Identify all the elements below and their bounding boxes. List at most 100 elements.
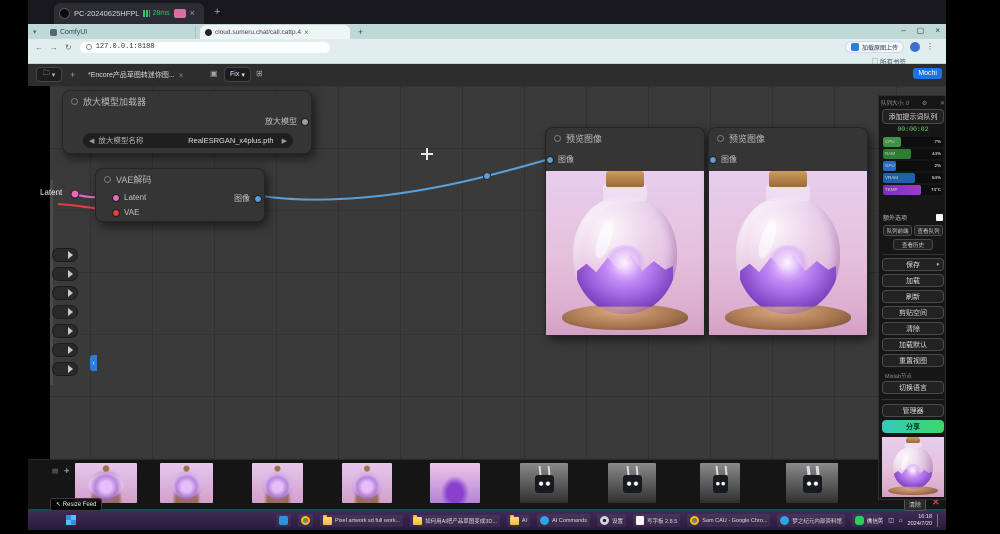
output-dot[interactable] xyxy=(254,195,262,203)
feed-thumbnail[interactable] xyxy=(786,463,838,503)
taskbar-folder[interactable]: Pixel artwork sd full work... xyxy=(320,515,403,527)
feed-thumbnail[interactable] xyxy=(75,463,137,503)
tray-expand-icon[interactable]: ∧ xyxy=(868,517,872,524)
output-dot[interactable] xyxy=(301,118,309,126)
node-vae-decode[interactable]: VAE解码 Latent VAE 图像 xyxy=(95,168,265,222)
tab-comfyui[interactable]: ComfyUI xyxy=(46,26,196,39)
feed-thumbnail[interactable] xyxy=(252,463,303,503)
offscreen-widget[interactable] xyxy=(52,324,78,338)
close-icon[interactable]: ✕ xyxy=(937,100,945,107)
taskbar-notepad[interactable]: 写字板 2.8.5 xyxy=(633,514,680,527)
model-name-widget[interactable]: ◀ 放大模型名称 RealESRGAN_x4plus.pth ▶ xyxy=(83,133,293,148)
browser-menu-icon[interactable]: ⋮ xyxy=(926,42,934,51)
taskbar-chrome-window[interactable]: Sam CAU - Google Chro... xyxy=(687,514,770,527)
new-workflow-button[interactable]: + xyxy=(70,70,75,80)
input-dot[interactable] xyxy=(112,194,120,202)
extra-options-checkbox[interactable] xyxy=(936,214,943,221)
view-queue-button[interactable]: 查看队列 xyxy=(914,225,943,236)
feed-thumbnail[interactable] xyxy=(520,463,568,503)
node-preview-image-right[interactable]: 预览图像 图像 xyxy=(708,127,868,336)
clear-button[interactable]: 清除 xyxy=(882,322,944,335)
tab-active[interactable]: cloud.sumeru.chat/call.cattp.4 × xyxy=(200,25,350,39)
reset-view-button[interactable]: 重置视图 xyxy=(882,354,944,367)
offscreen-widget[interactable] xyxy=(52,362,78,376)
taskbar-clock[interactable]: 16:18 2024/7/20 xyxy=(908,514,932,526)
workflow-folder-button[interactable]: 🗀▾ xyxy=(36,67,62,82)
offscreen-widget[interactable] xyxy=(52,248,78,262)
address-input[interactable]: 127.0.0.1:8188 xyxy=(80,42,330,53)
taskbar-folder[interactable]: AI xyxy=(507,515,530,527)
node-upscale-model-loader[interactable]: 放大模型加载器 放大模型 ◀ 放大模型名称 RealESRGAN_x4plus.… xyxy=(62,90,312,154)
input-image[interactable]: 图像 xyxy=(709,154,737,165)
show-desktop-button[interactable] xyxy=(937,514,940,527)
share-button[interactable]: 分享 xyxy=(882,420,944,433)
manager-button[interactable]: 管理器 xyxy=(882,404,944,417)
input-language-indicator[interactable]: 英 xyxy=(877,516,883,525)
collapse-dot-icon[interactable] xyxy=(71,98,78,105)
collapse-dot-icon[interactable] xyxy=(717,135,724,142)
arrow-left-icon[interactable]: ◀ xyxy=(89,137,94,145)
grid-icon[interactable]: ⊞ xyxy=(256,69,263,78)
save-button[interactable]: 保存▾ xyxy=(882,258,944,271)
taskbar-docs[interactable]: 梦之纪元内部资料馆 xyxy=(777,514,845,527)
resize-feed-button[interactable]: ↖ Resize Feed xyxy=(50,498,102,511)
network-icon[interactable]: ⌂ xyxy=(899,518,903,524)
offscreen-widget[interactable] xyxy=(52,267,78,281)
output-upscale-model[interactable]: 放大模型 xyxy=(265,116,309,127)
mixlab-toggle[interactable]: Mixlab节点 xyxy=(885,372,912,380)
new-session-button[interactable]: + xyxy=(214,6,220,18)
offscreen-widget[interactable] xyxy=(52,343,78,357)
feed-grid-icon[interactable]: ▤ xyxy=(52,467,58,475)
workflow-tab[interactable]: *Encore产品草图转迷你图... × xyxy=(84,67,187,83)
close-tab-icon[interactable]: × xyxy=(304,28,309,37)
feed-thumbnail[interactable] xyxy=(430,463,480,503)
profile-avatar[interactable] xyxy=(910,42,920,52)
input-latent[interactable]: Latent xyxy=(112,193,146,202)
queue-front-button[interactable]: 队列前端 xyxy=(883,225,912,236)
feed-thumbnail[interactable] xyxy=(342,463,392,503)
panel-collapse-tab[interactable]: ‹ xyxy=(90,355,97,371)
minimize-button[interactable]: – xyxy=(901,26,905,35)
maximize-button[interactable]: ▢ xyxy=(917,26,925,35)
input-vae[interactable]: VAE xyxy=(112,208,139,217)
offscreen-widget[interactable] xyxy=(52,305,78,319)
input-dot[interactable] xyxy=(112,209,120,217)
collapse-dot-icon[interactable] xyxy=(104,176,111,183)
new-tab-button[interactable]: + xyxy=(358,27,363,37)
back-icon[interactable]: ← xyxy=(35,43,43,52)
reload-icon[interactable]: ↻ xyxy=(65,43,72,52)
extension-pill[interactable]: 加载原图上传 xyxy=(845,41,904,53)
fix-dropdown[interactable]: Fix▾ xyxy=(224,67,251,82)
start-button[interactable] xyxy=(66,515,76,525)
taskbar-chrome[interactable] xyxy=(298,514,313,527)
queue-prompt-button[interactable]: 添加提示词队列 xyxy=(882,109,944,124)
input-dot[interactable] xyxy=(546,156,554,164)
forward-icon[interactable]: → xyxy=(50,43,58,52)
site-info-icon[interactable] xyxy=(86,44,92,50)
tab-search-icon[interactable]: ▾ xyxy=(33,28,37,36)
taskbar-app[interactable] xyxy=(276,514,291,527)
view-history-button[interactable]: 查看历史 xyxy=(893,239,933,250)
input-image[interactable]: 图像 xyxy=(546,154,574,165)
taskbar-folder[interactable]: 如何用AI把产品草图变成3D... xyxy=(410,515,500,527)
collapse-dot-icon[interactable] xyxy=(554,135,561,142)
panel-preview-thumbnail[interactable] xyxy=(882,437,944,497)
feed-thumbnail[interactable] xyxy=(608,463,656,503)
taskbar-settings[interactable]: 设置 xyxy=(597,514,626,527)
feed-thumbnail[interactable] xyxy=(160,463,213,503)
gear-icon[interactable]: ⚙ xyxy=(919,100,927,107)
switch-language-button[interactable]: 切换语言 xyxy=(882,381,944,394)
close-button[interactable]: × xyxy=(935,26,940,35)
load-default-button[interactable]: 加载默认 xyxy=(882,338,944,351)
output-image[interactable]: 图像 xyxy=(234,193,262,204)
feed-pin-icon[interactable]: ✚ xyxy=(64,467,69,475)
input-dot[interactable] xyxy=(709,156,717,164)
remote-session-tab[interactable]: PC-20240625HFPL 28ms × xyxy=(54,3,204,24)
mochi-badge[interactable]: Mochi xyxy=(913,68,942,79)
close-workflow-icon[interactable]: × xyxy=(179,71,184,80)
taskbar-app[interactable]: AI Commands xyxy=(537,514,590,527)
load-button[interactable]: 加载 xyxy=(882,274,944,287)
refresh-button[interactable]: 刷新 xyxy=(882,290,944,303)
close-session-icon[interactable]: × xyxy=(190,9,195,18)
clipspace-button[interactable]: 剪贴空间 xyxy=(882,306,944,319)
